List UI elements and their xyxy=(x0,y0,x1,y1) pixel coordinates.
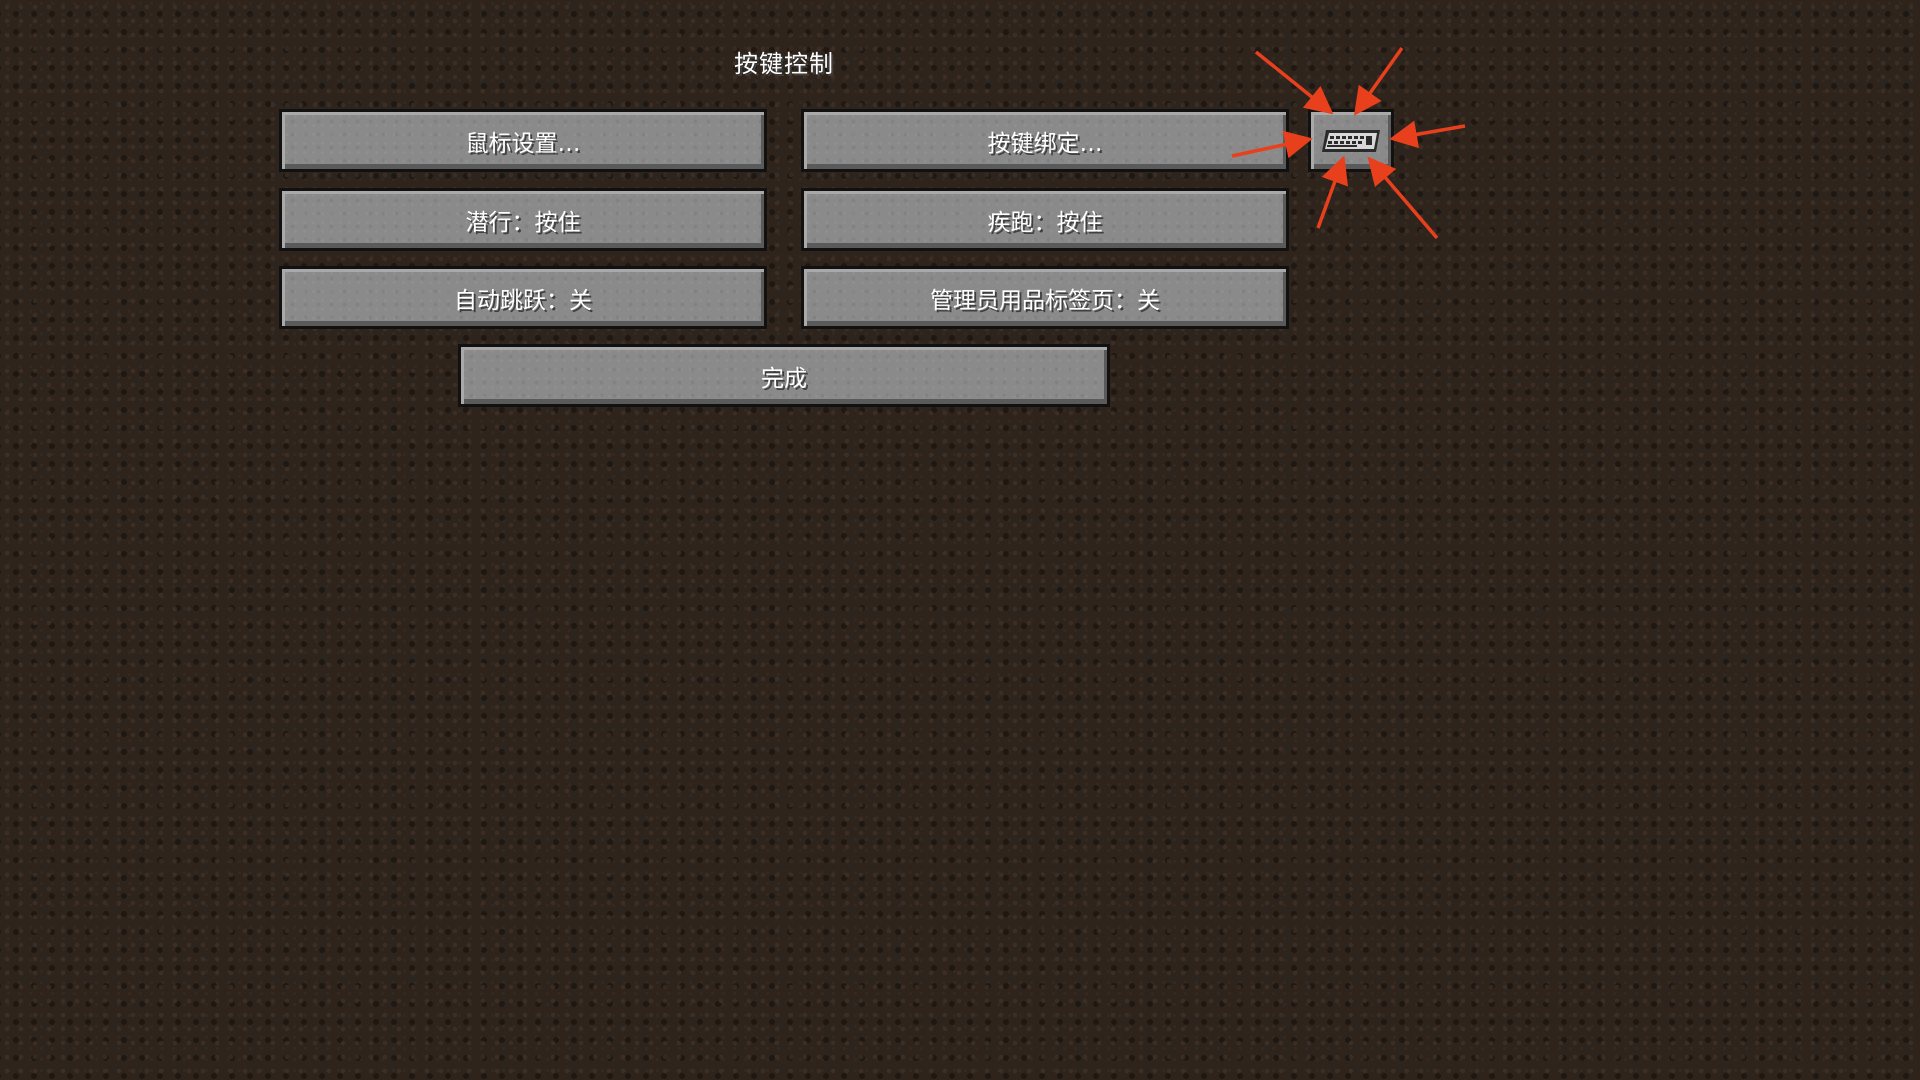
page-title: 按键控制 xyxy=(734,50,834,78)
sneak-label: 潜行：按住 xyxy=(465,209,581,236)
mouse-settings-button[interactable]: 鼠标设置… xyxy=(279,109,767,172)
sneak-toggle-button[interactable]: 潜行：按住 xyxy=(279,188,767,251)
keyboard-icon xyxy=(1322,129,1380,152)
operator-items-tab-label: 管理员用品标签页：关 xyxy=(930,287,1160,314)
keyboard-button[interactable] xyxy=(1308,109,1394,172)
annotation-arrow xyxy=(1367,156,1439,240)
auto-jump-toggle-button[interactable]: 自动跳跃：关 xyxy=(279,266,767,329)
annotation-arrow xyxy=(1389,120,1466,149)
done-button[interactable]: 完成 xyxy=(458,344,1110,407)
sprint-toggle-button[interactable]: 疾跑：按住 xyxy=(801,188,1289,251)
key-binds-label: 按键绑定… xyxy=(987,130,1103,157)
done-label: 完成 xyxy=(761,365,807,392)
auto-jump-label: 自动跳跃：关 xyxy=(454,287,592,314)
operator-items-tab-toggle-button[interactable]: 管理员用品标签页：关 xyxy=(801,266,1289,329)
sprint-label: 疾跑：按住 xyxy=(987,209,1103,236)
key-binds-button[interactable]: 按键绑定… xyxy=(801,109,1289,172)
mouse-settings-label: 鼠标设置… xyxy=(465,130,581,157)
